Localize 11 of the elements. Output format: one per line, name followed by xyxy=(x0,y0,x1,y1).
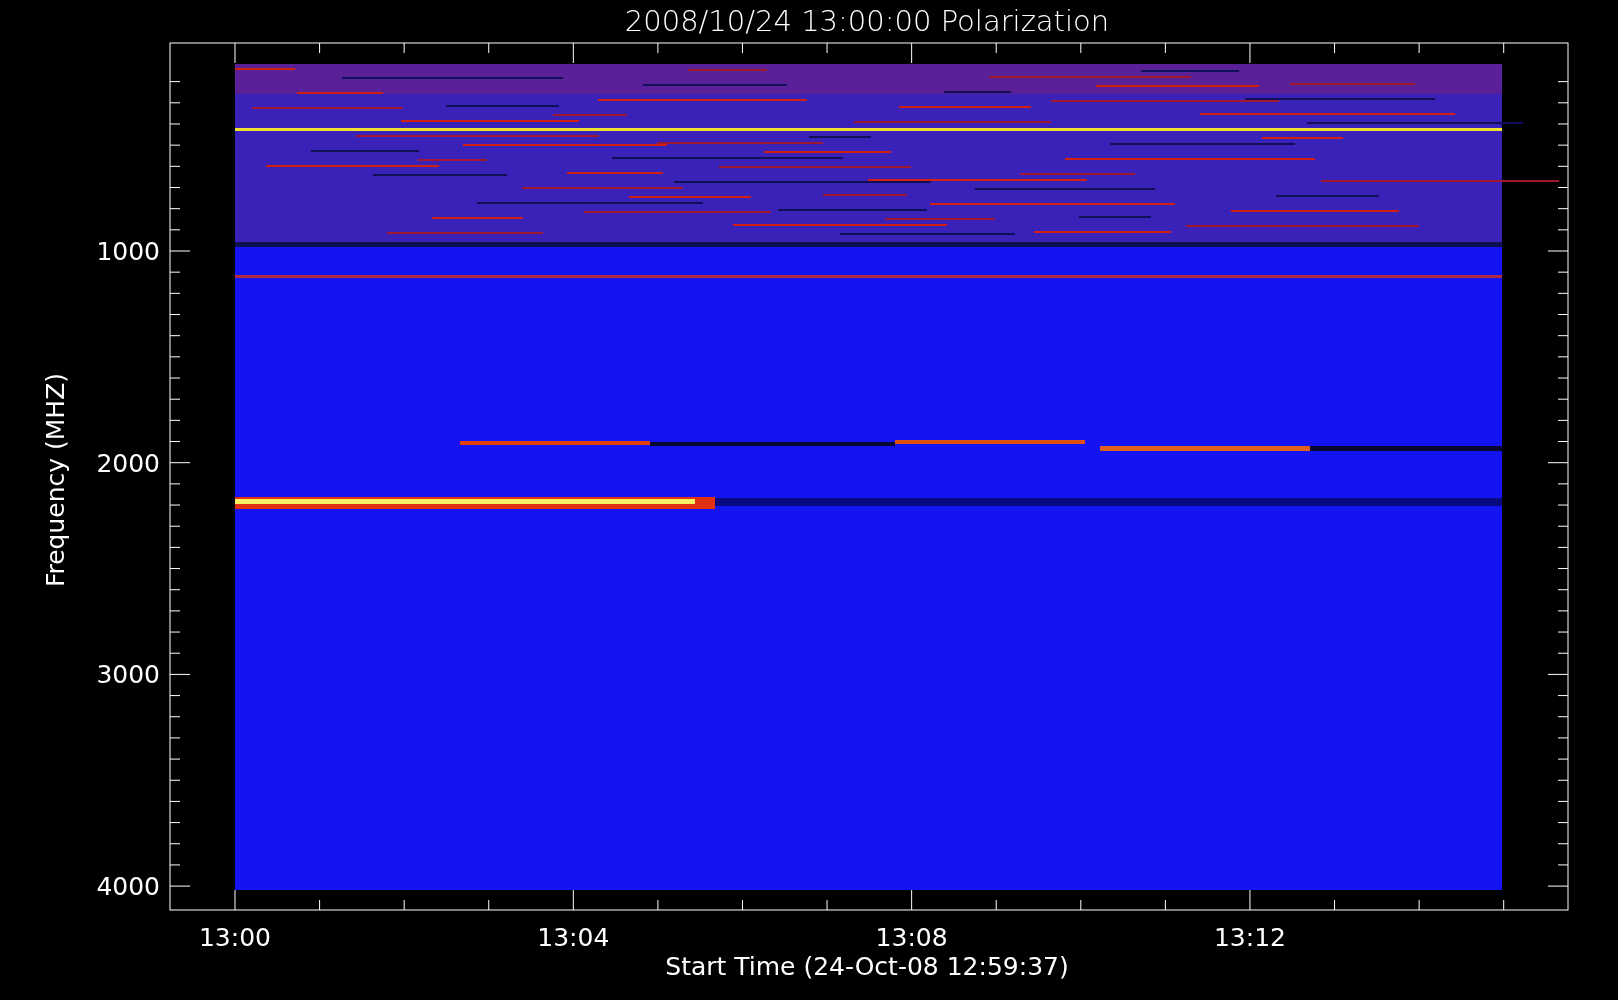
x-tick-label: 13:00 xyxy=(199,923,271,952)
x-tick-label: 13:08 xyxy=(875,923,948,952)
y-tick-label: 2000 xyxy=(96,448,160,478)
x-axis-label: Start Time (24-Oct-08 12:59:37) xyxy=(665,952,1069,981)
y-tick-label: 1000 xyxy=(96,237,160,266)
y-axis-label: Frequency (MHZ) xyxy=(41,372,70,588)
x-tick-label: 13:12 xyxy=(1213,923,1286,952)
y-tick-label: 3000 xyxy=(96,660,160,690)
plot-title: 2008/10/24 13:00:00 Polarization xyxy=(624,4,1110,38)
y-tick-label: 4000 xyxy=(96,872,160,902)
x-tick-label: 13:04 xyxy=(537,923,610,952)
